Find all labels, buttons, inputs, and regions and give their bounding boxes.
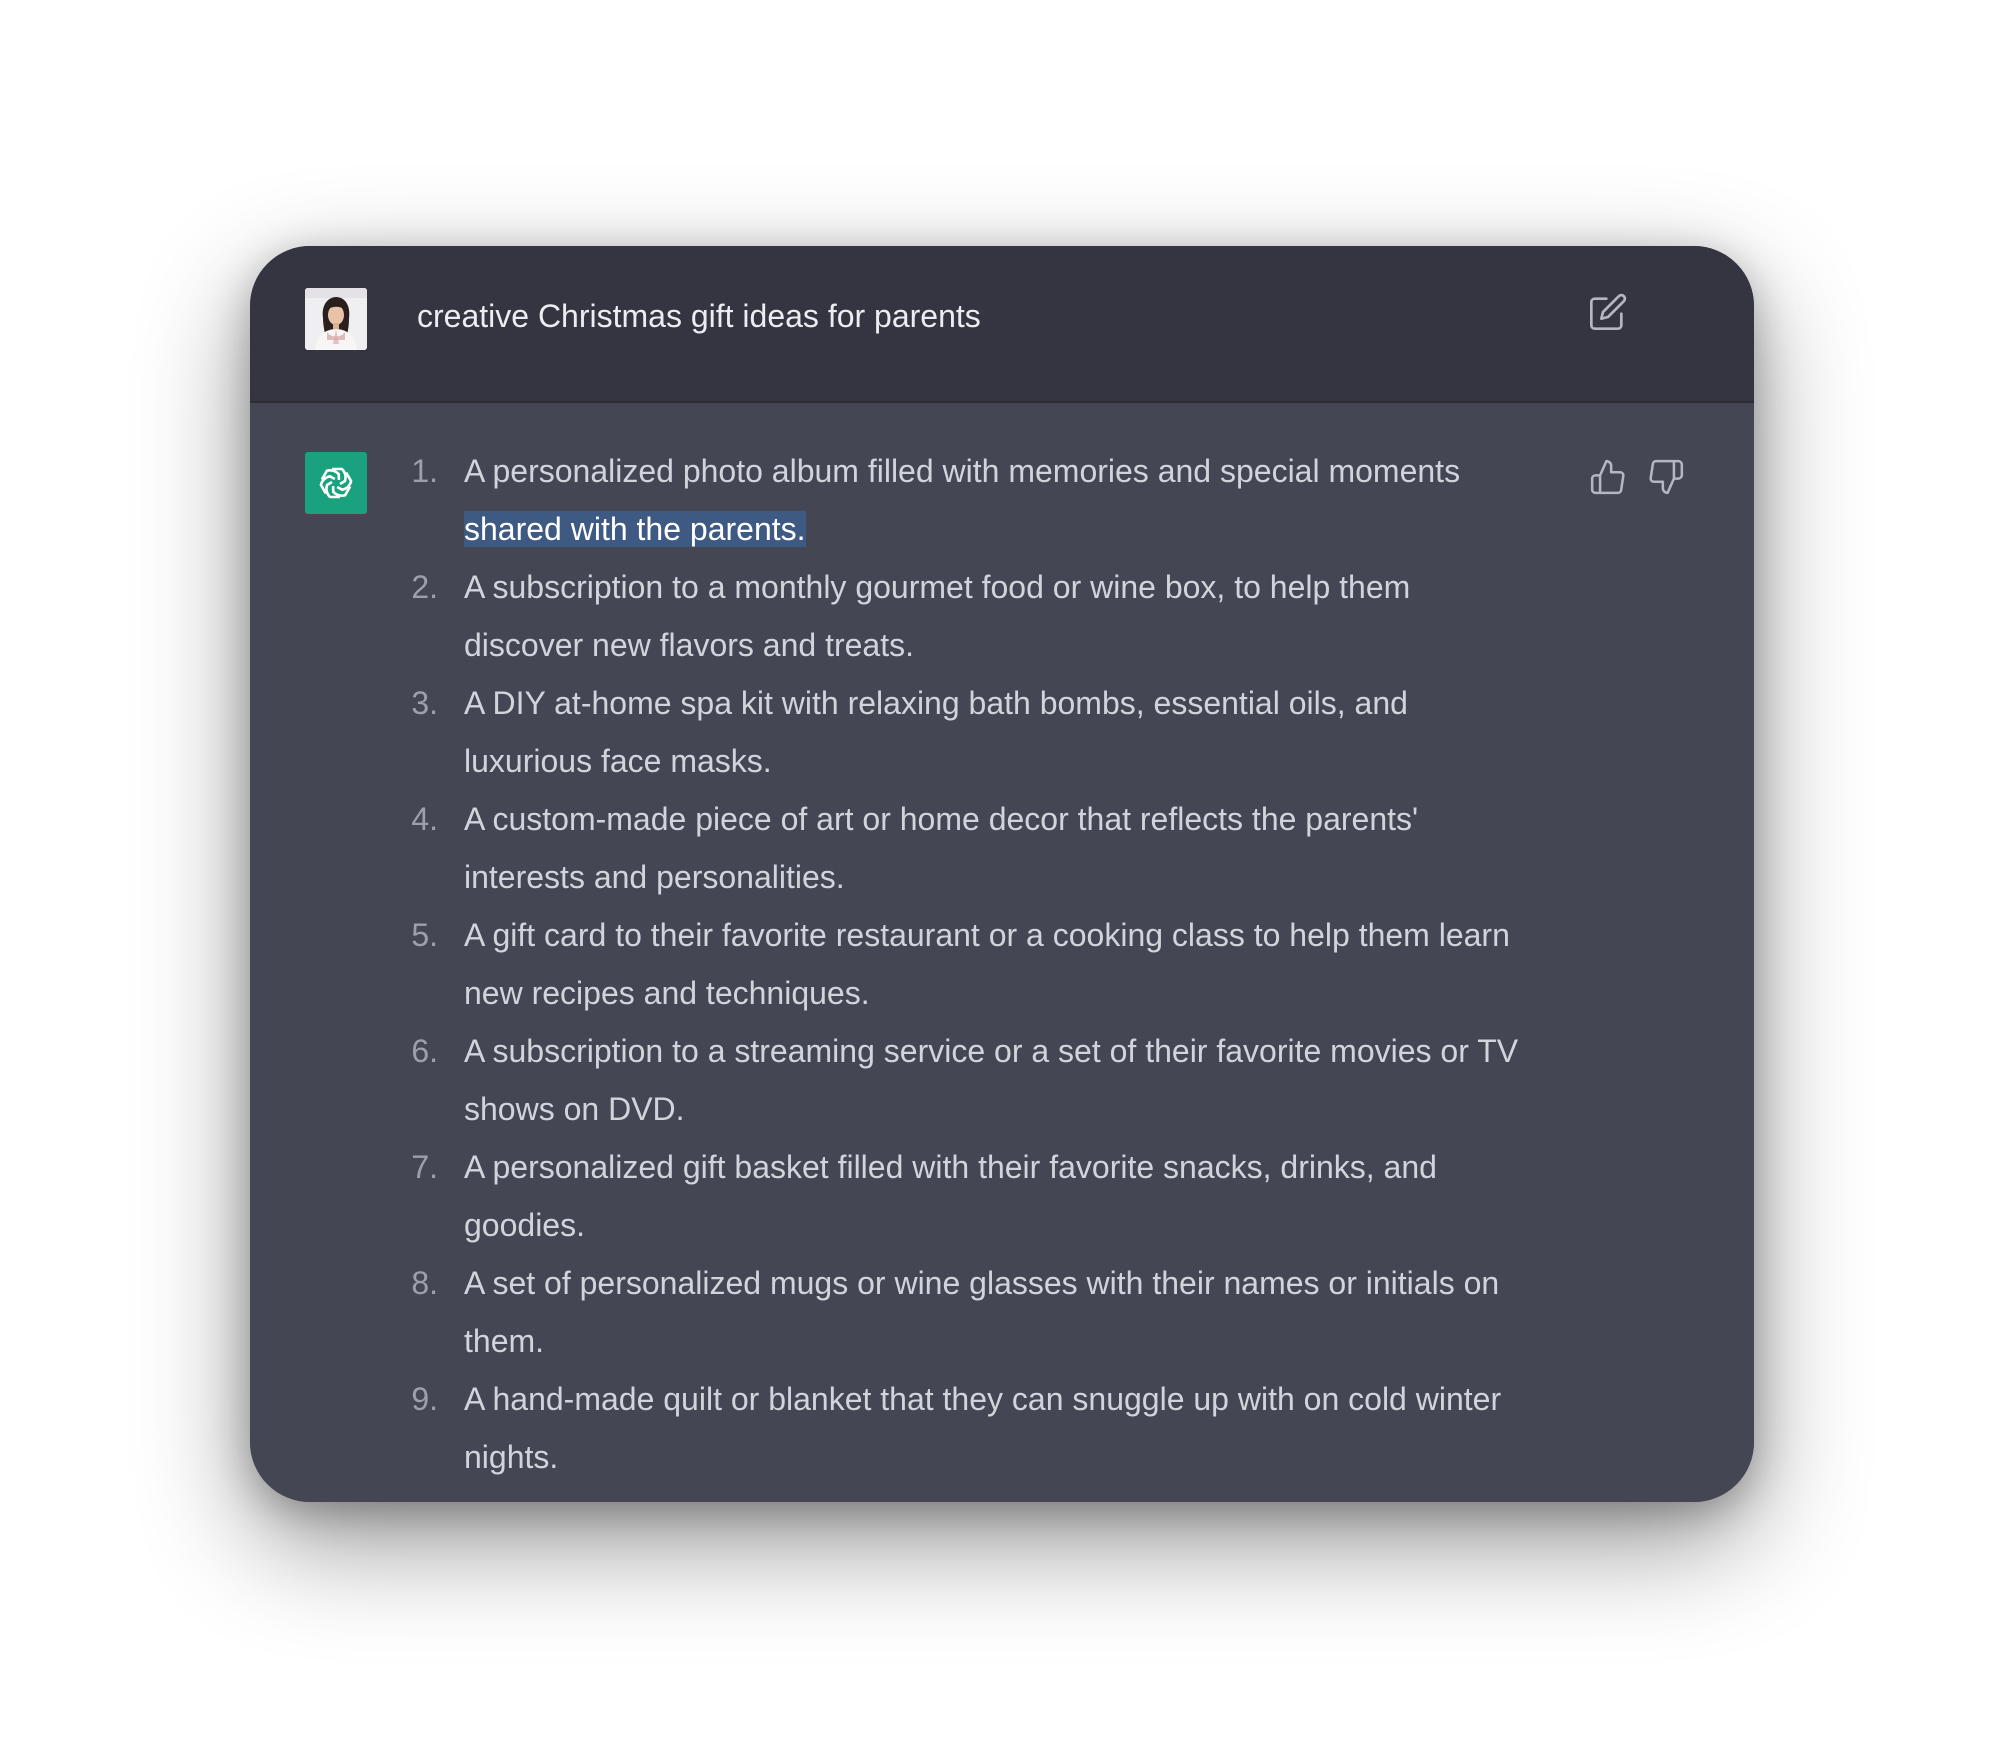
list-number: 5. [411,917,438,953]
list-item: 6. A subscription to a streaming service … [402,1022,1532,1138]
list-item: 2. A subscription to a monthly gourmet fo… [402,558,1532,674]
list-item: 1. A personalized photo album filled with… [402,442,1532,558]
list-number: 2. [411,569,438,605]
list-item-text: A DIY at-home spa kit with relaxing bath… [464,685,1408,779]
list-item-text: A hand-made quilt or blanket that they c… [464,1381,1502,1475]
list-number: 8. [411,1265,438,1301]
list-item: 9. A hand-made quilt or blanket that they… [402,1370,1532,1486]
list-number: 1. [411,453,438,489]
list-number: 4. [411,801,438,837]
thumbs-down-icon[interactable] [1647,458,1685,496]
list-item-text: A personalized photo album filled with m… [464,453,1461,489]
user-photo-icon [305,288,367,350]
list-item: 4. A custom-made piece of art or home dec… [402,790,1532,906]
answer-list: 1. A personalized photo album filled with… [402,442,1532,1486]
chat-window: creative Christmas gift ideas for parent… [250,246,1754,1502]
list-item: 5. A gift card to their favorite restaura… [402,906,1532,1022]
user-prompt-text: creative Christmas gift ideas for parent… [417,298,981,334]
thumbs-up-icon[interactable] [1589,458,1627,496]
list-item: 7. A personalized gift basket filled with… [402,1138,1532,1254]
chatgpt-logo-icon [305,452,367,514]
assistant-message-row: 1. A personalized photo album filled with… [250,403,1754,1502]
edit-icon[interactable] [1588,292,1628,332]
list-item: 3. A DIY at-home spa kit with relaxing ba… [402,674,1532,790]
list-item-text: A subscription to a monthly gourmet food… [464,569,1411,663]
list-item-text: A personalized gift basket filled with t… [464,1149,1437,1243]
user-message-row: creative Christmas gift ideas for parent… [250,246,1754,403]
selected-text: shared with the parents. [464,511,806,547]
list-item-text: A subscription to a streaming service or… [464,1033,1519,1127]
list-item-text: A set of personalized mugs or wine glass… [464,1265,1500,1359]
list-item-text: A custom-made piece of art or home decor… [464,801,1419,895]
list-item-text: A gift card to their favorite restaurant… [464,917,1510,1011]
list-number: 7. [411,1149,438,1185]
list-number: 9. [411,1381,438,1417]
user-avatar [305,288,367,350]
list-number: 6. [411,1033,438,1069]
list-item: 8. A set of personalized mugs or wine gla… [402,1254,1532,1370]
list-number: 3. [411,685,438,721]
